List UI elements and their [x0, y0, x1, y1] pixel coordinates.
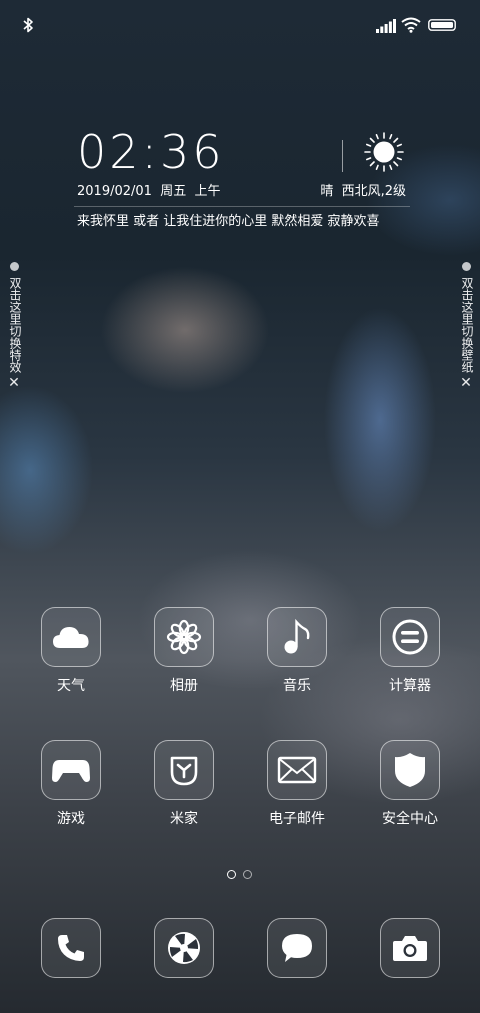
switch-wallpaper-label: 双击这里切换壁纸: [460, 277, 474, 373]
mail-icon: [277, 756, 317, 784]
hint-dot: [9, 262, 19, 271]
clock-time[interactable]: 02:36: [77, 126, 225, 178]
app-email[interactable]: 电子邮件: [252, 740, 342, 828]
app-mijia-tile[interactable]: [154, 740, 214, 800]
app-security[interactable]: 安全中心: [365, 740, 455, 828]
quote-text: 来我怀里 或者 让我住进你的心里 默然相爱 寂静欢喜: [77, 214, 380, 229]
page-indicator[interactable]: [227, 870, 257, 882]
app-label: 游戏: [57, 811, 85, 827]
app-email-tile[interactable]: [267, 740, 327, 800]
page-dot[interactable]: [243, 870, 252, 879]
close-icon[interactable]: ✕: [7, 375, 21, 391]
dock-phone[interactable]: [26, 918, 116, 978]
app-calculator-tile[interactable]: [380, 607, 440, 667]
app-security-tile[interactable]: [380, 740, 440, 800]
camera-icon: [393, 936, 427, 961]
wifi-icon: [401, 17, 421, 33]
app-label: 米家: [170, 811, 198, 827]
hint-dot: [461, 262, 471, 271]
app-games-tile[interactable]: [41, 740, 101, 800]
app-label: 相册: [170, 678, 198, 694]
phone-icon: [58, 935, 84, 961]
app-label: 天气: [57, 678, 85, 694]
app-calculator[interactable]: 计算器: [365, 607, 455, 695]
app-label: 安全中心: [382, 811, 438, 827]
app-gallery-tile[interactable]: [154, 607, 214, 667]
app-label: 音乐: [283, 678, 311, 694]
widget-divider: [74, 206, 410, 207]
app-label: 电子邮件: [269, 811, 325, 827]
close-icon[interactable]: ✕: [459, 375, 473, 391]
signal-icon: [376, 19, 396, 33]
dock-messages-tile[interactable]: [267, 918, 327, 978]
app-mijia[interactable]: 米家: [139, 740, 229, 828]
weather-divider: [342, 140, 343, 172]
clock-date: 2019/02/01 周五 上午: [77, 184, 221, 199]
clock-weather-widget[interactable]: 02:36 2019/02/01 周五 上午 晴 西北风,2级 来我怀里 或者 …: [74, 122, 414, 232]
dock-browser[interactable]: [139, 918, 229, 978]
sun-icon[interactable]: [364, 132, 404, 172]
calculator-icon: [392, 619, 428, 655]
flower-icon: [166, 619, 202, 655]
switch-effect-hint[interactable]: 双击这里切换特效 ✕: [7, 260, 22, 391]
app-music[interactable]: 音乐: [252, 607, 342, 695]
status-bar: [0, 0, 480, 50]
weather-text: 晴 西北风,2级: [320, 184, 406, 199]
dock-phone-tile[interactable]: [41, 918, 101, 978]
switch-wallpaper-hint[interactable]: 双击这里切换壁纸 ✕: [459, 260, 474, 391]
dock-messages[interactable]: [252, 918, 342, 978]
page-dot-active[interactable]: [227, 870, 236, 879]
cloud-icon: [53, 627, 89, 648]
shield-icon: [395, 753, 425, 787]
app-music-tile[interactable]: [267, 607, 327, 667]
music-note-icon: [284, 618, 310, 654]
dock-camera-tile[interactable]: [380, 918, 440, 978]
message-icon: [282, 934, 312, 962]
browser-icon: [168, 932, 200, 964]
app-weather[interactable]: 天气: [26, 607, 116, 695]
app-gallery[interactable]: 相册: [139, 607, 229, 695]
gamepad-icon: [52, 760, 90, 782]
app-weather-tile[interactable]: [41, 607, 101, 667]
dock-camera[interactable]: [365, 918, 455, 978]
app-games[interactable]: 游戏: [26, 740, 116, 828]
mijia-icon: [170, 756, 198, 786]
bluetooth-icon: [23, 17, 33, 33]
dock-browser-tile[interactable]: [154, 918, 214, 978]
battery-icon: [428, 19, 456, 31]
app-label: 计算器: [389, 678, 431, 694]
switch-effect-label: 双击这里切换特效: [8, 277, 22, 373]
